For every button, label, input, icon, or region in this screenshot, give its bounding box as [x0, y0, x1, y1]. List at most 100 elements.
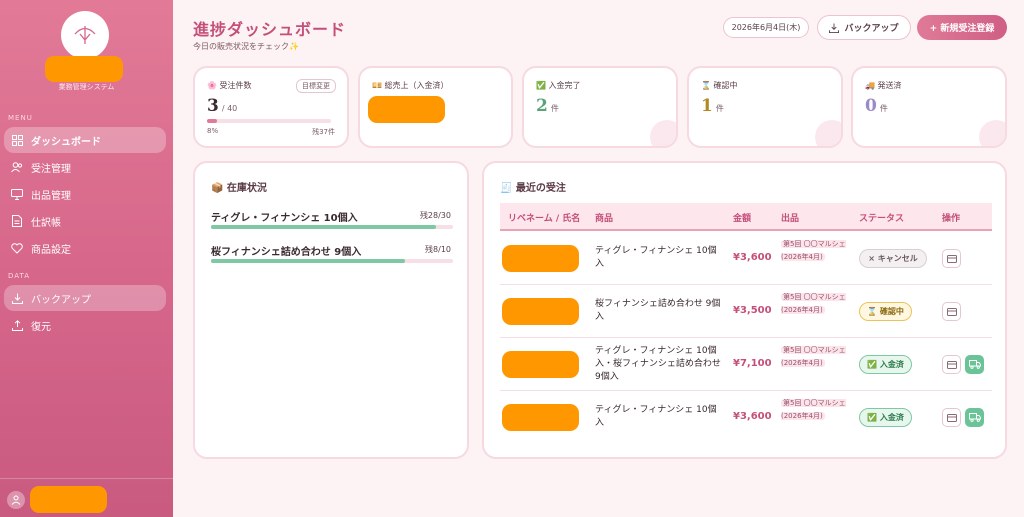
app-name-redacted: [45, 56, 123, 82]
sidebar-item-backup[interactable]: バックアップ: [4, 285, 166, 311]
stat-unit: 件: [879, 104, 888, 113]
sidebar-item-orders[interactable]: 受注管理: [4, 154, 166, 180]
backup-button[interactable]: バックアップ: [817, 15, 911, 40]
order-amount: ¥3,600: [733, 411, 772, 422]
inventory-title: 📦 在庫状況: [211, 183, 267, 194]
recent-orders-panel: 🧾 最近の受注 リベネーム / 氏名 商品 金額 出品 ステータス 操作 ティグ…: [482, 161, 1007, 459]
stat-value: 0: [865, 96, 877, 116]
customer-name-redacted: [502, 404, 579, 431]
data-section-label: DATA: [8, 272, 31, 280]
card-icon: [946, 413, 957, 422]
sidebar-item-restore[interactable]: 復元: [4, 312, 166, 338]
sidebar-item-journal[interactable]: 仕訳帳: [4, 208, 166, 234]
order-listing: 第5回 〇〇マルシェ (2026年4月): [781, 397, 847, 423]
card-icon: [946, 307, 957, 316]
app-logo: [61, 11, 109, 59]
progress-percent: 8%: [207, 127, 219, 135]
edit-button[interactable]: [942, 355, 961, 374]
orders-title: 🧾 最近の受注: [500, 183, 566, 194]
sidebar: 業務管理システム MENU ダッシュボード 受注管理 出品管理 仕訳帳 商品設定…: [0, 0, 173, 517]
sidebar-item-product-settings[interactable]: 商品設定: [4, 235, 166, 261]
sidebar-item-label: 仕訳帳: [31, 217, 61, 229]
user-icon: [11, 495, 21, 505]
progress-remaining: 残37件: [312, 128, 335, 136]
status-badge: ⌛ 確認中: [859, 302, 912, 321]
date-display: 2026年6月4日(木): [723, 17, 809, 38]
table-row[interactable]: ティグレ・フィナンシェ 10個入・桜フィナンシェ詰め合わせ 9個入 ¥7,100…: [500, 338, 992, 391]
stat-value: 1: [701, 96, 713, 116]
decor-bubble: [815, 120, 841, 146]
col-header-listing: 出品: [781, 214, 800, 224]
ship-button[interactable]: [965, 408, 984, 427]
order-listing: 第5回 〇〇マルシェ (2026年4月): [781, 238, 847, 264]
edit-button[interactable]: [942, 302, 961, 321]
sidebar-item-label: 出品管理: [31, 190, 71, 202]
stat-value: 3: [207, 96, 219, 116]
status-badge: ✅ 入金済: [859, 355, 912, 374]
inventory-item-name: 桜フィナンシェ詰め合わせ 9個入: [211, 247, 362, 258]
sales-value-redacted: [368, 96, 445, 123]
order-product: 桜フィナンシェ詰め合わせ 9個入: [595, 299, 721, 322]
customer-name-redacted: [502, 298, 579, 325]
inventory-bar-fill: [211, 259, 405, 263]
document-icon: [11, 215, 23, 227]
new-order-button[interactable]: + 新規受注登録: [917, 15, 1007, 40]
user-profile[interactable]: [0, 478, 173, 517]
table-row[interactable]: 桜フィナンシェ詰め合わせ 9個入 ¥3,500 第5回 〇〇マルシェ (2026…: [500, 285, 992, 338]
inventory-item-stock: 残28/30: [419, 211, 451, 220]
page-subtitle: 今日の販売状況をチェック✨: [193, 42, 299, 51]
sidebar-item-label: 受注管理: [31, 163, 71, 175]
stat-value-wrap: 2件: [536, 96, 559, 116]
card-icon: [946, 360, 957, 369]
sidebar-item-dashboard[interactable]: ダッシュボード: [4, 127, 166, 153]
order-amount: ¥3,600: [733, 252, 772, 263]
grid-icon: [11, 134, 23, 146]
order-listing-text: 第5回 〇〇マルシェ (2026年4月): [781, 240, 846, 261]
stat-card-paid: ✅ 入金完了 2件: [522, 66, 678, 148]
menu-section-label: MENU: [8, 114, 33, 122]
sidebar-item-label: バックアップ: [31, 294, 91, 306]
card-icon: [946, 254, 957, 263]
download-icon: [11, 292, 23, 304]
order-product: ティグレ・フィナンシェ 10個入・桜フィナンシェ詰め合わせ 9個入: [595, 346, 721, 382]
inventory-bar: [211, 225, 453, 229]
user-name-redacted: [30, 486, 107, 513]
inventory-bar-fill: [211, 225, 437, 229]
backup-button-label: バックアップ: [844, 24, 899, 34]
edit-button[interactable]: [942, 408, 961, 427]
stat-label: 🚚 発送済: [865, 81, 902, 90]
stat-value-wrap: 1件: [701, 96, 724, 116]
decor-bubble: [650, 120, 676, 146]
page-title: 進捗ダッシュボード: [193, 20, 347, 39]
order-listing-text: 第5回 〇〇マルシェ (2026年4月): [781, 293, 846, 314]
heart-icon: [11, 242, 23, 254]
order-amount: ¥7,100: [733, 358, 772, 369]
order-listing-text: 第5回 〇〇マルシェ (2026年4月): [781, 399, 846, 420]
orders-progress-bar: [207, 119, 331, 123]
edit-button[interactable]: [942, 249, 961, 268]
stat-value-wrap: 3/ 40: [207, 96, 237, 116]
stat-value-wrap: 0件: [865, 96, 888, 116]
col-header-status: ステータス: [859, 214, 905, 224]
stat-target: / 40: [221, 104, 238, 113]
edit-target-button[interactable]: 目標変更: [296, 79, 336, 93]
col-header-actions: 操作: [942, 214, 961, 224]
monitor-icon: [11, 188, 23, 200]
order-amount: ¥3,500: [733, 305, 772, 316]
customer-name-redacted: [502, 351, 579, 378]
order-listing-text: 第5回 〇〇マルシェ (2026年4月): [781, 346, 846, 367]
sidebar-item-listings[interactable]: 出品管理: [4, 181, 166, 207]
table-row[interactable]: ティグレ・フィナンシェ 10個入 ¥3,600 第5回 〇〇マルシェ (2026…: [500, 391, 992, 444]
order-listing: 第5回 〇〇マルシェ (2026年4月): [781, 291, 847, 317]
stat-card-orders: 🌸 受注件数 目標変更 3/ 40 8% 残37件: [193, 66, 349, 148]
ship-button[interactable]: [965, 355, 984, 374]
stat-label: 💴 総売上（入金済）: [372, 81, 449, 90]
decor-bubble: [979, 120, 1005, 146]
stat-card-sales: 💴 総売上（入金済）: [358, 66, 513, 148]
table-row[interactable]: ティグレ・フィナンシェ 10個入 ¥3,600 第5回 〇〇マルシェ (2026…: [500, 232, 992, 285]
col-header-product: 商品: [595, 214, 614, 224]
col-header-amount: 金額: [733, 214, 752, 224]
upload-icon: [11, 319, 23, 331]
status-badge: ✅ 入金済: [859, 408, 912, 427]
users-icon: [11, 161, 23, 173]
